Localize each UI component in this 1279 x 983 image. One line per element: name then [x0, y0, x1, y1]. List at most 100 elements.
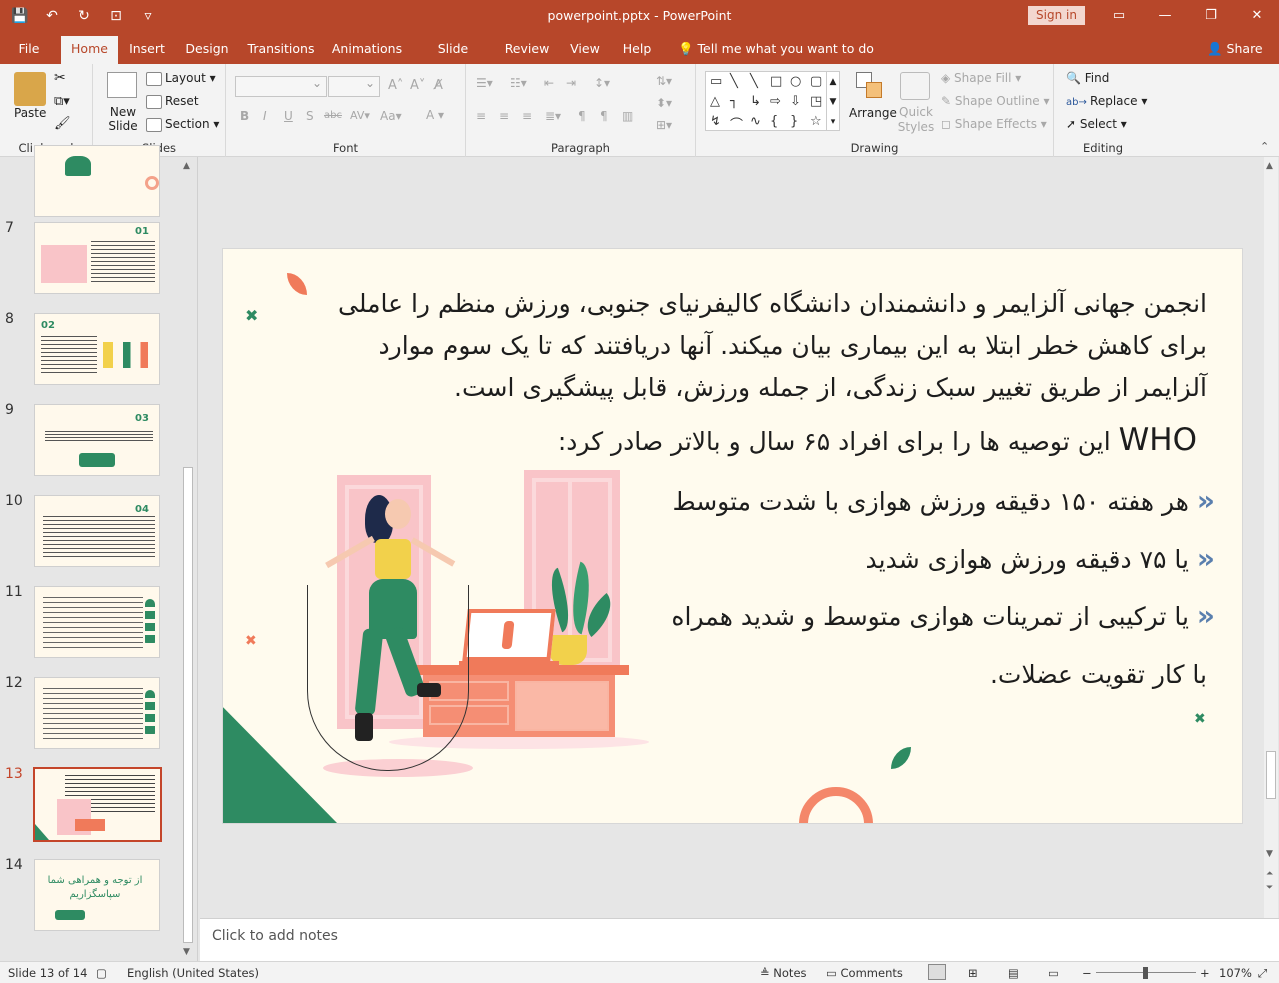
comments-toggle[interactable]: ▭ Comments	[826, 966, 903, 980]
quick-styles-icon[interactable]	[900, 72, 930, 100]
line-shape-icon[interactable]: ╲	[730, 74, 738, 89]
ribbon-display-options-icon[interactable]: ▭	[1107, 5, 1131, 27]
close-icon[interactable]: ✕	[1245, 5, 1269, 27]
format-painter-icon[interactable]: 🖌	[54, 116, 71, 131]
slide-last-line[interactable]: با کار تقویت عضلات.	[723, 655, 1207, 695]
character-spacing-icon[interactable]: AV▾	[350, 109, 370, 122]
tab-animations[interactable]: Animations	[331, 33, 403, 64]
brace-shape-icon[interactable]: }	[790, 114, 798, 129]
shapes-gallery-scroll[interactable]: ▲ ▼ ▾	[826, 71, 840, 131]
select-button[interactable]: ➚ Select ▾	[1066, 117, 1127, 131]
new-slide-button[interactable]: New Slide	[105, 105, 141, 133]
ltr-icon[interactable]: ¶	[600, 109, 608, 123]
smartart-icon[interactable]: ⊞▾	[656, 118, 672, 132]
reset-button[interactable]: Reset	[146, 94, 199, 109]
oval-shape-icon[interactable]: ○	[790, 74, 801, 89]
align-right-icon[interactable]: ≡	[522, 109, 532, 123]
bold-icon[interactable]: B	[240, 109, 249, 123]
scroll-up-icon[interactable]: ▲	[183, 161, 190, 171]
notes-toggle[interactable]: ≜ Notes	[760, 966, 807, 980]
cut-icon[interactable]: ✂	[54, 70, 66, 86]
zoom-slider-thumb[interactable]	[1143, 967, 1148, 979]
slide-canvas[interactable]: ✖ ✖ ✖ انجمن جهانی آلزایمر و دانشمندان دا…	[222, 248, 1243, 824]
connector-shape-icon[interactable]: ↳	[750, 94, 761, 109]
zoom-out-icon[interactable]: −	[1082, 966, 1092, 980]
scroll-down-icon[interactable]: ▼	[183, 947, 190, 957]
curve-shape-icon[interactable]: ∿	[750, 114, 761, 129]
text-direction-icon[interactable]: ⇅▾	[656, 74, 672, 88]
rtl-icon[interactable]: ¶	[578, 109, 586, 123]
next-slide-icon[interactable]: ⏷	[1266, 883, 1273, 893]
font-name-combo[interactable]	[235, 76, 327, 97]
tab-file[interactable]: File	[10, 33, 48, 64]
arrange-button[interactable]: Arrange	[849, 106, 897, 120]
replace-button[interactable]: ab→ Replace ▾	[1066, 94, 1147, 108]
increase-font-icon[interactable]: A˄	[388, 78, 403, 93]
tab-insert[interactable]: Insert	[126, 33, 168, 64]
font-color-icon[interactable]: A ▾	[426, 108, 444, 122]
reading-view-icon[interactable]: ▤	[1008, 966, 1019, 980]
line-shape-icon[interactable]: ╲	[750, 74, 758, 89]
freeform-shape-icon[interactable]: ↯	[710, 114, 721, 129]
tab-help[interactable]: Help	[619, 33, 655, 64]
slide-sorter-icon[interactable]: ⊞	[968, 966, 978, 980]
textbox-shape-icon[interactable]: ▭	[710, 74, 722, 89]
thumbnail-scrollbar[interactable]: ▲ ▼	[181, 157, 195, 961]
fit-to-window-icon[interactable]: ⤢	[1258, 966, 1267, 981]
tab-view[interactable]: View	[566, 33, 604, 64]
slide-paragraph-2[interactable]: WHO این توصیه ها را برای افراد ۶۵ سال و …	[523, 417, 1197, 465]
section-button[interactable]: Section ▾	[146, 117, 219, 132]
bullet-item[interactable]: « هر هفته ۱۵۰ دقیقه ورزش هوازی با شدت مت…	[623, 481, 1216, 522]
editor-scroll-thumb[interactable]	[1266, 751, 1276, 799]
arc-shape-icon[interactable]: ⌒	[730, 114, 743, 133]
paste-button[interactable]: Paste	[14, 106, 46, 120]
line-spacing-icon[interactable]: ↕▾	[594, 76, 610, 90]
find-button[interactable]: 🔍 Find	[1066, 71, 1109, 85]
bullet-item[interactable]: « یا ترکیبی از تمرینات هوازی متوسط و شدی…	[623, 596, 1215, 637]
justify-icon[interactable]: ≣▾	[545, 109, 561, 123]
previous-slide-icon[interactable]: ⏶	[1266, 869, 1273, 879]
slide-thumbnail-10[interactable]: 04	[34, 495, 160, 567]
change-case-icon[interactable]: Aa▾	[380, 109, 402, 123]
shapes-gallery[interactable]: ▭ ╲ ╲ □ ○ ▢ △ ┐ ↳ ⇨ ⇩ ◳ ↯ ⌒ ∿ { } ☆	[705, 71, 827, 133]
quick-styles-button[interactable]: Quick Styles	[896, 105, 936, 135]
scroll-up-icon[interactable]: ▲	[1266, 161, 1273, 171]
zoom-level[interactable]: 107%	[1219, 966, 1252, 980]
tab-review[interactable]: Review	[503, 33, 551, 64]
shape-outline-button[interactable]: ✎ Shape Outline ▾	[941, 94, 1050, 108]
thumbnail-scroll-thumb[interactable]	[183, 467, 193, 943]
slide-thumbnail-11[interactable]	[34, 586, 160, 658]
zoom-in-icon[interactable]: +	[1200, 966, 1210, 980]
increase-indent-icon[interactable]: ⇥	[566, 76, 576, 90]
shadow-icon[interactable]: S	[306, 109, 314, 123]
columns-icon[interactable]: ▥	[622, 109, 633, 123]
language-indicator[interactable]: English (United States)	[127, 966, 259, 980]
slide-thumbnail-13[interactable]	[33, 767, 162, 842]
copy-icon[interactable]: ⧉▾	[54, 94, 70, 109]
connector-shape-icon[interactable]: ┐	[730, 94, 738, 109]
restore-icon[interactable]: ❐	[1199, 5, 1223, 27]
triangle-shape-icon[interactable]: △	[710, 94, 720, 109]
brace-shape-icon[interactable]: {	[770, 114, 778, 129]
align-text-icon[interactable]: ⬍▾	[656, 96, 672, 110]
tab-design[interactable]: Design	[183, 33, 231, 64]
sign-in-button[interactable]: Sign in	[1028, 6, 1085, 25]
slide-thumbnail-7[interactable]: 01	[34, 222, 160, 294]
scroll-down-icon[interactable]: ▼	[1266, 849, 1273, 859]
bullets-icon[interactable]: ☰▾	[476, 76, 493, 90]
italic-icon[interactable]: I	[263, 109, 267, 123]
rounded-rect-shape-icon[interactable]: ▢	[810, 74, 822, 89]
normal-view-icon[interactable]	[928, 964, 946, 980]
font-size-combo[interactable]	[328, 76, 380, 97]
layout-button[interactable]: Layout ▾	[146, 71, 216, 86]
slide-thumbnail-6[interactable]	[34, 145, 160, 217]
tab-home[interactable]: Home	[61, 36, 118, 64]
decrease-indent-icon[interactable]: ⇤	[544, 76, 554, 90]
arrow-down-shape-icon[interactable]: ⇩	[790, 94, 801, 109]
tell-me-search[interactable]: 💡 Tell me what you want to do	[678, 33, 874, 64]
tab-transitions[interactable]: Transitions	[247, 33, 315, 64]
align-center-icon[interactable]: ≡	[499, 109, 509, 123]
shape-effects-button[interactable]: ◻ Shape Effects ▾	[941, 117, 1047, 131]
bullet-item[interactable]: « یا ۷۵ دقیقه ورزش هوازی شدید	[623, 539, 1215, 580]
minimize-icon[interactable]: —	[1153, 5, 1177, 27]
